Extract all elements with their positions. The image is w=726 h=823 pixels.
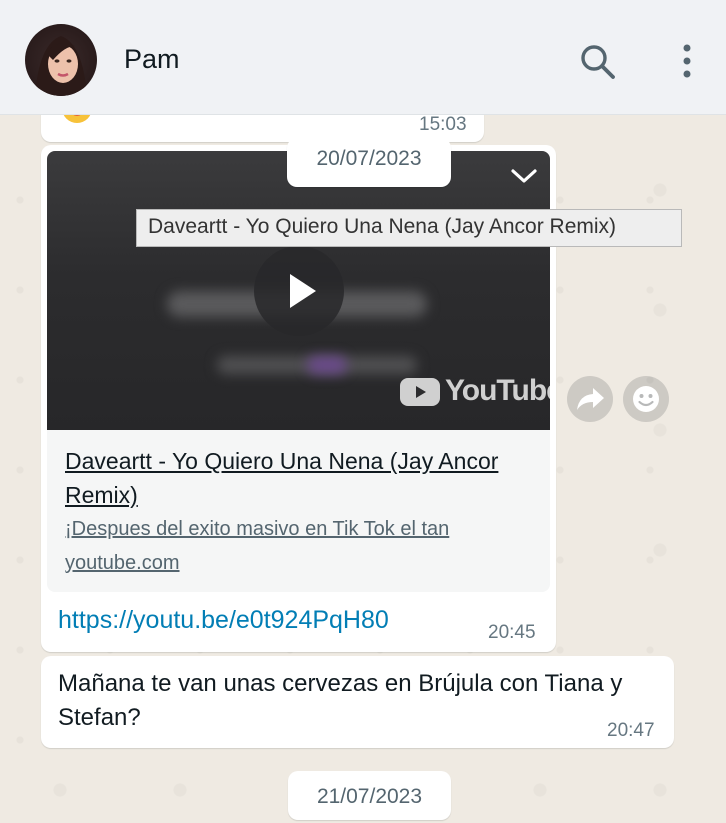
title-tooltip: Daveartt - Yo Quiero Una Nena (Jay Ancor… — [136, 209, 682, 247]
date-separator: 20/07/2023 — [287, 138, 451, 187]
chevron-down-icon[interactable] — [509, 165, 539, 187]
link-preview-description[interactable]: ¡Despues del exito masivo en Tik Tok el … — [65, 518, 449, 541]
kebab-menu-icon[interactable] — [676, 44, 698, 80]
message-url-link[interactable]: https://youtu.be/e0t924PqH80 — [58, 606, 389, 635]
blurred-video-frame — [307, 356, 347, 374]
forward-icon[interactable] — [567, 376, 613, 422]
play-icon[interactable] — [254, 246, 344, 336]
contact-name[interactable]: Pam — [124, 44, 180, 75]
link-preview-domain[interactable]: youtube.com — [65, 552, 180, 575]
video-thumbnail[interactable]: YouTube — [47, 151, 550, 430]
message-time: 20:45 — [488, 622, 536, 643]
link-preview-title[interactable]: Daveartt - Yo Quiero Una Nena (Jay Ancor… — [65, 444, 535, 512]
message-time: 15:03 — [419, 114, 467, 135]
youtube-wordmark: YouTube — [445, 374, 550, 407]
youtube-logo: YouTube — [399, 374, 550, 410]
contact-avatar[interactable] — [25, 24, 97, 96]
chat-header: Pam — [0, 0, 726, 115]
message-time: 20:47 — [607, 720, 655, 741]
search-icon[interactable] — [580, 44, 616, 80]
message-text: Mañana te van unas cervezas en Brújula c… — [58, 670, 623, 731]
date-separator: 21/07/2023 — [288, 771, 451, 820]
link-preview-panel[interactable]: Daveartt - Yo Quiero Una Nena (Jay Ancor… — [47, 430, 550, 592]
emoji-reaction-icon[interactable] — [623, 376, 669, 422]
